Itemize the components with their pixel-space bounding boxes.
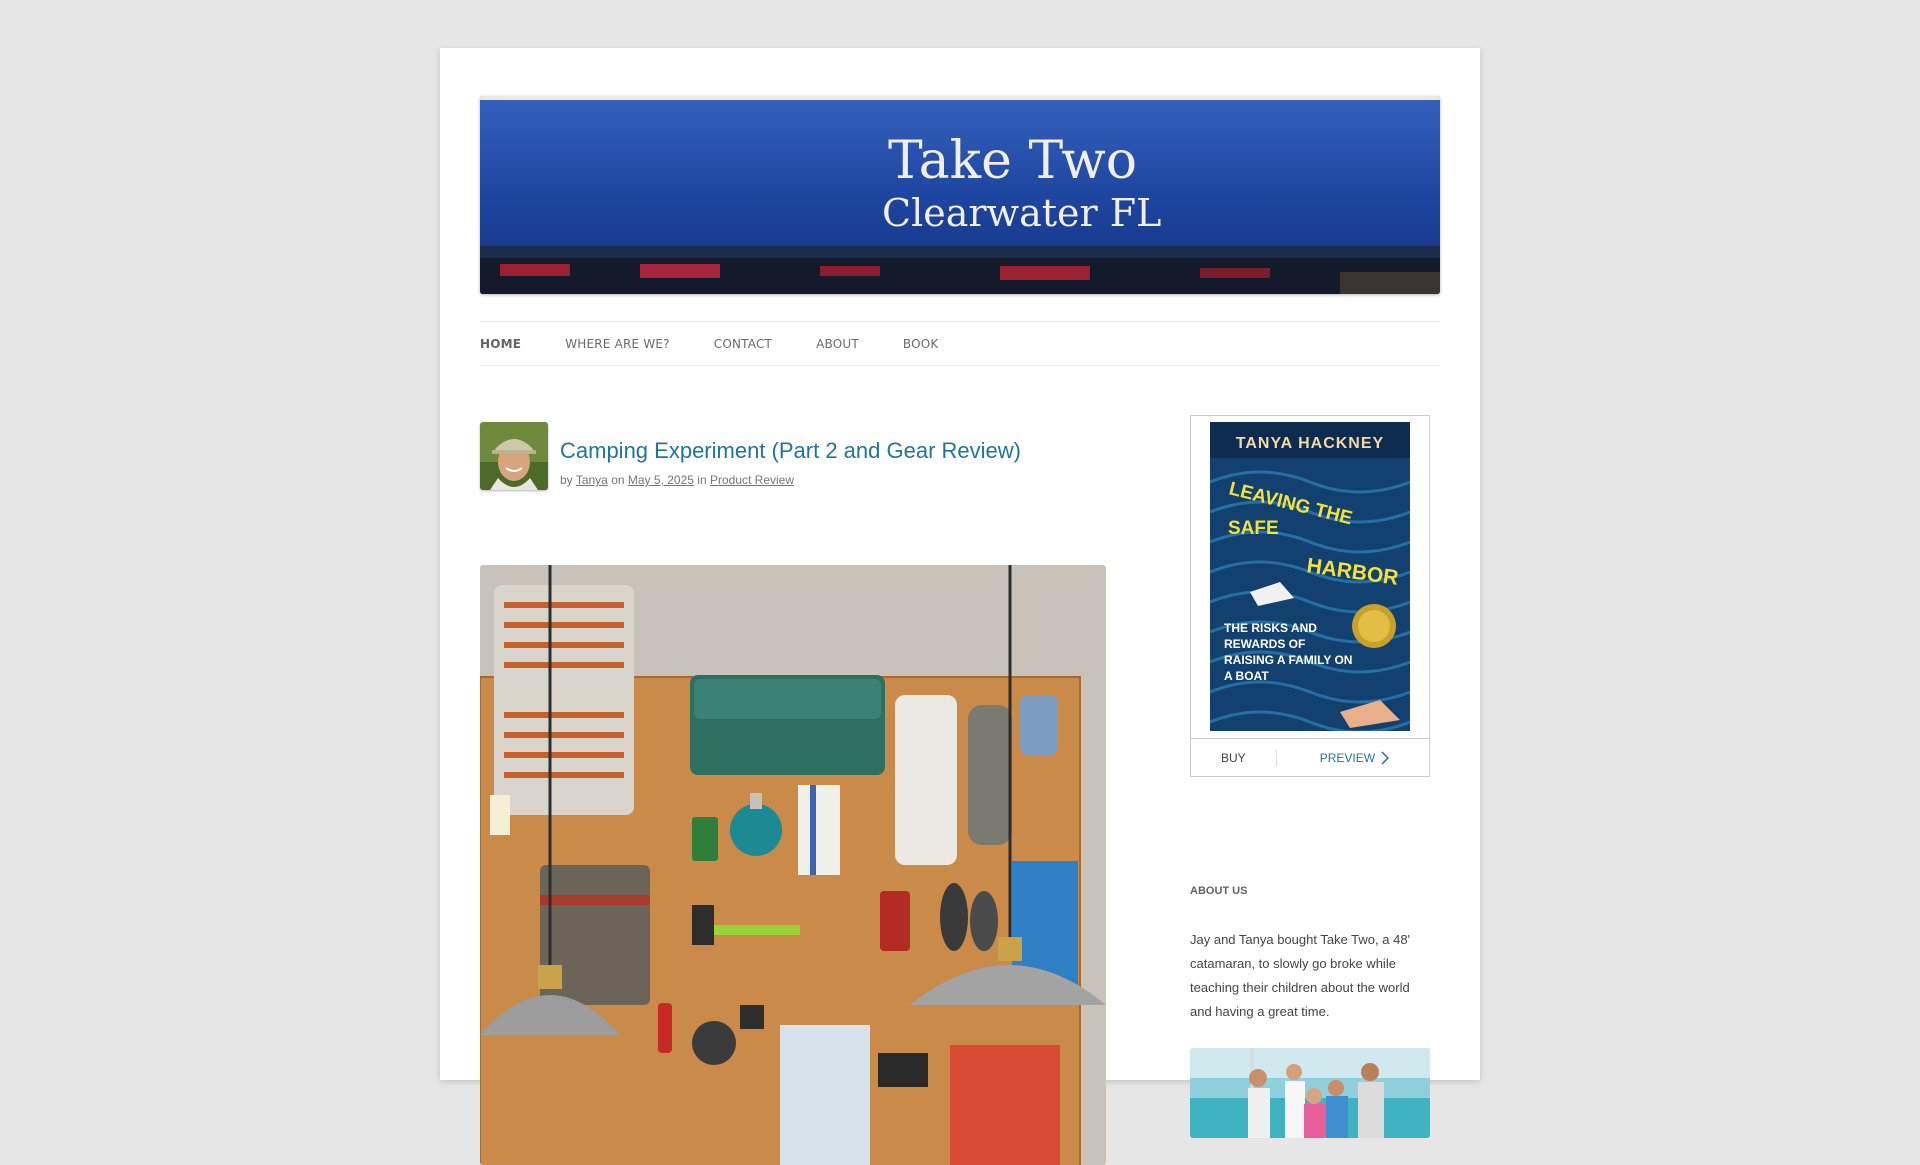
book-cover-image[interactable]: TANYA HACKNEY LEAVING THE SAFE HARBOR TH… xyxy=(1210,422,1410,731)
nav-item-book[interactable]: BOOK xyxy=(903,337,939,351)
preview-label: PREVIEW xyxy=(1319,750,1376,765)
featured-image-camping-gear[interactable] xyxy=(480,565,1106,1165)
post-meta: by Tanya on May 5, 2025 in Product Revie… xyxy=(560,473,794,487)
about-us-text: Jay and Tanya bought Take Two, a 48' cat… xyxy=(1190,932,1411,1019)
category-link[interactable]: Product Review xyxy=(710,473,794,487)
book-widget: TANYA HACKNEY LEAVING THE SAFE HARBOR TH… xyxy=(1190,415,1430,777)
meta-on-text: on xyxy=(611,473,625,487)
nav-item-about[interactable]: ABOUT xyxy=(816,337,859,351)
preview-button[interactable]: PREVIEW xyxy=(1319,750,1390,765)
book-subtitle: THE RISKS AND REWARDS OF RAISING A FAMIL… xyxy=(1224,621,1353,683)
book-actions: BUY PREVIEW xyxy=(1191,738,1429,776)
meta-by-text: by xyxy=(560,473,573,487)
family-photo[interactable] xyxy=(1190,1048,1430,1138)
about-us-heading: ABOUT US xyxy=(1190,885,1248,897)
banner-title-line1: Take Two xyxy=(888,131,1137,191)
author-avatar[interactable] xyxy=(480,422,548,490)
main-navigation: HOME WHERE ARE WE? CONTACT ABOUT BOOK xyxy=(480,321,1440,366)
page-container: Take Two Clearwater FL HOME WHERE ARE WE… xyxy=(440,48,1480,1165)
buy-button[interactable]: BUY xyxy=(1221,751,1246,765)
banner-title-line2: Clearwater FL xyxy=(882,191,1161,235)
post-title[interactable]: Camping Experiment (Part 2 and Gear Revi… xyxy=(560,438,1021,464)
nav-item-contact[interactable]: CONTACT xyxy=(714,337,772,351)
date-link[interactable]: May 5, 2025 xyxy=(628,473,694,487)
meta-in-text: in xyxy=(697,473,707,487)
book-author: TANYA HACKNEY xyxy=(1236,435,1384,452)
book-title-line2: SAFE xyxy=(1228,518,1279,539)
actions-divider xyxy=(1275,749,1277,766)
header-banner-image[interactable]: Take Two Clearwater FL xyxy=(480,96,1440,294)
nav-item-where-are-we[interactable]: WHERE ARE WE? xyxy=(565,337,670,351)
chevron-right-icon xyxy=(1381,750,1390,765)
author-link[interactable]: Tanya xyxy=(576,473,608,487)
nav-item-home[interactable]: HOME xyxy=(480,337,521,351)
